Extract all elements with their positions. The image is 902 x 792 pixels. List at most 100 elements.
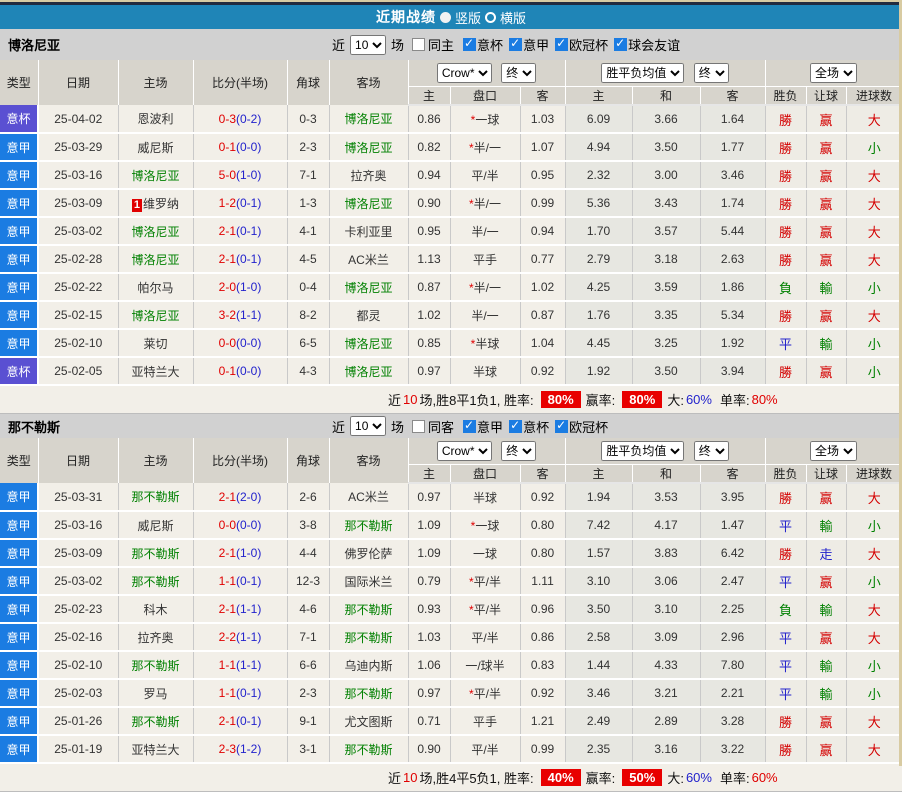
full-score: 2-1 (219, 252, 236, 266)
home-team: 那不勒斯 (118, 707, 193, 735)
league-filter-checkbox[interactable] (509, 38, 522, 51)
half-score: (0-0) (236, 140, 261, 154)
europe-final-select[interactable]: 终 (694, 441, 729, 461)
result-cell: 平 (765, 651, 806, 679)
goals-cell: 小 (846, 273, 902, 301)
league-filter-label[interactable]: 球会友谊 (628, 35, 680, 54)
horizontal-radio-label[interactable]: 横版 (500, 8, 526, 27)
europe-away-odds: 2.25 (700, 595, 765, 623)
vertical-radio-label[interactable]: 竖版 (455, 8, 481, 27)
league-filter-label[interactable]: 意甲 (477, 417, 503, 436)
league-filter-label[interactable]: 意杯 (523, 417, 549, 436)
goals-cell: 大 (846, 161, 902, 189)
odds-final-select[interactable]: 终 (501, 63, 536, 83)
odds-away: 1.11 (520, 567, 565, 595)
col-home: 主场 (118, 60, 193, 105)
section-header-bologna: 博洛尼亚 近 10 场 同主 意杯意甲欧冠杯球会友谊 (0, 29, 902, 60)
odds-home: 0.94 (408, 161, 450, 189)
europe-source-select[interactable]: 胜平负均值 (601, 63, 684, 83)
scope-select[interactable]: 全场 (810, 63, 857, 83)
league-filter-label[interactable]: 欧冠杯 (569, 35, 608, 54)
odds-away: 0.94 (520, 217, 565, 245)
league-filter-group: 意甲 意杯 欧冠杯 (457, 417, 608, 436)
league-filter-label[interactable]: 意杯 (477, 35, 503, 54)
league-badge: 意甲 (0, 539, 38, 567)
col-odds-home: 主 (408, 465, 450, 484)
result-cell: 勝 (765, 735, 806, 763)
handicap-line: 平/半 (450, 735, 520, 763)
odds-home: 0.85 (408, 329, 450, 357)
odds-away: 0.95 (520, 161, 565, 189)
handicap-rate-badge: 80% (622, 391, 662, 408)
match-row: 意甲25-02-10那不勒斯1-1(1-1)6-6乌迪内斯1.06一/球半0.8… (0, 651, 902, 679)
match-row: 意甲25-03-16博洛尼亚5-0(1-0)7-1拉齐奥0.94平/半0.952… (0, 161, 902, 189)
handicap-line: 平/半 (450, 623, 520, 651)
horizontal-radio[interactable] (485, 12, 496, 23)
league-filter-checkbox[interactable] (463, 420, 476, 433)
col-result: 胜负 (765, 465, 806, 484)
title-bar: 近期战绩 竖版 横版 (0, 5, 902, 29)
league-filter-checkbox[interactable] (555, 420, 568, 433)
europe-final-select[interactable]: 终 (694, 63, 729, 83)
full-score: 1-1 (219, 658, 236, 672)
odds-source-select[interactable]: Crow* (437, 441, 492, 461)
europe-home-odds: 6.09 (565, 105, 632, 133)
europe-source-select[interactable]: 胜平负均值 (601, 441, 684, 461)
win-rate-badge: 80% (541, 391, 581, 408)
europe-draw-odds: 3.66 (632, 105, 700, 133)
vertical-radio[interactable] (440, 12, 451, 23)
handicap-text: 半/一 (474, 141, 501, 155)
match-row: 意甲25-03-09那不勒斯2-1(1-0)4-4佛罗伦萨1.09一球0.801… (0, 539, 902, 567)
match-date: 25-03-02 (38, 567, 118, 595)
league-filter-checkbox[interactable] (555, 38, 568, 51)
odds-home: 0.97 (408, 679, 450, 707)
summary-text: 大: (667, 768, 684, 787)
league-filter-checkbox[interactable] (509, 420, 522, 433)
away-team: 佛罗伦萨 (329, 539, 408, 567)
handicap-result-cell: 輸 (806, 273, 846, 301)
summary-text: 近 (388, 768, 401, 787)
scope-select[interactable]: 全场 (810, 441, 857, 461)
col-goals: 进球数 (846, 87, 902, 106)
odds-final-select[interactable]: 终 (501, 441, 536, 461)
goals-cell: 大 (846, 189, 902, 217)
handicap-line: *一球 (450, 511, 520, 539)
recent-count-select[interactable]: 10 (350, 35, 386, 55)
same-away-label[interactable]: 同客 (428, 417, 454, 436)
result-cell: 勝 (765, 245, 806, 273)
full-score: 2-1 (219, 546, 236, 560)
away-team: 博洛尼亚 (329, 329, 408, 357)
league-filter-checkbox[interactable] (614, 38, 627, 51)
goals-cell: 小 (846, 357, 902, 385)
same-home-checkbox[interactable] (412, 38, 425, 51)
odds-home: 0.71 (408, 707, 450, 735)
goals-cell: 大 (846, 623, 902, 651)
match-row: 意甲25-02-22帕尔马2-0(1-0)0-4博洛尼亚0.87*半/一1.02… (0, 273, 902, 301)
europe-away-odds: 2.96 (700, 623, 765, 651)
same-home-label[interactable]: 同主 (428, 35, 454, 54)
half-score: (1-0) (236, 168, 261, 182)
league-filter-label[interactable]: 欧冠杯 (569, 417, 608, 436)
recent-count-select[interactable]: 10 (350, 416, 386, 436)
goals-cell: 大 (846, 483, 902, 511)
odds-away: 0.99 (520, 735, 565, 763)
corner-score: 0-4 (287, 273, 329, 301)
match-date: 25-03-09 (38, 539, 118, 567)
europe-home-odds: 2.58 (565, 623, 632, 651)
match-date: 25-03-09 (38, 189, 118, 217)
league-badge: 意甲 (0, 735, 38, 763)
odds-home: 0.82 (408, 133, 450, 161)
league-filter-label[interactable]: 意甲 (523, 35, 549, 54)
big-rate: 60% (686, 392, 712, 407)
goals-cell: 小 (846, 329, 902, 357)
result-cell: 勝 (765, 707, 806, 735)
summary-text: 单率: (720, 390, 750, 409)
league-badge: 意甲 (0, 245, 38, 273)
handicap-line: *平/半 (450, 595, 520, 623)
league-badge: 意甲 (0, 511, 38, 539)
league-badge: 意甲 (0, 595, 38, 623)
home-team: 恩波利 (118, 105, 193, 133)
league-filter-checkbox[interactable] (463, 38, 476, 51)
same-away-checkbox[interactable] (412, 420, 425, 433)
odds-source-select[interactable]: Crow* (437, 63, 492, 83)
